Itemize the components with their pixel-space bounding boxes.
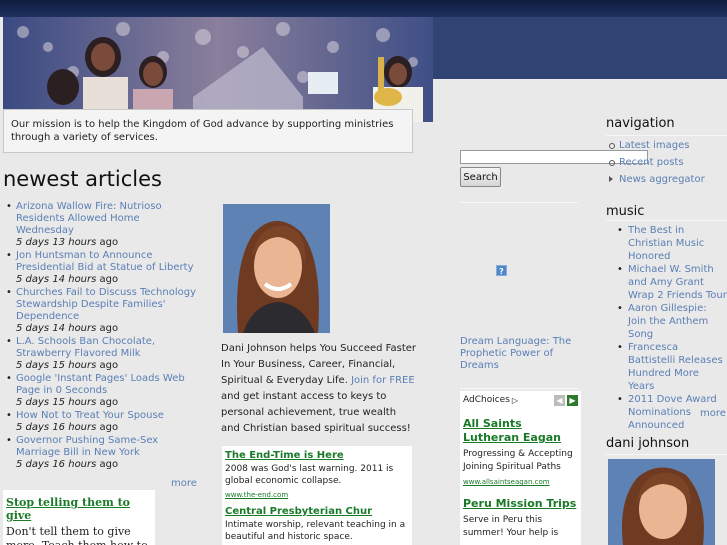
article-link[interactable]: Jon Huntsman to Announce Presidential Bi… — [16, 250, 197, 274]
text-ad-block: The End-Time is Here 2008 was God's last… — [222, 446, 412, 545]
article-age-suffix: ago — [99, 323, 119, 334]
music-link[interactable]: Michael W. Smith and Amy Grant Wrap 2 Fr… — [628, 264, 727, 301]
article-age-suffix: ago — [99, 397, 119, 408]
dream-language-link[interactable]: Dream Language: The Prophetic Power of D… — [460, 336, 578, 372]
newest-articles-heading: newest articles — [3, 167, 162, 191]
ad-description: 2008 was God's last warning. 2011 is glo… — [225, 464, 394, 486]
navigation-list: Latest images Recent posts News aggregat… — [606, 137, 727, 188]
article-link[interactable]: Governor Pushing Same-Sex Marriage Bill … — [16, 435, 197, 459]
articles-more-link[interactable]: more — [171, 478, 197, 489]
music-link[interactable]: Francesca Battistelli Releases Hundred M… — [628, 342, 723, 392]
adchoices-label[interactable]: AdChoices — [463, 395, 510, 405]
text-ad[interactable]: The End-Time is Here 2008 was God's last… — [225, 450, 409, 500]
article-link[interactable]: Google 'Instant Pages' Loads Web Page in… — [16, 373, 197, 397]
ad-title-link[interactable]: Central Presbyterian Chur — [225, 506, 409, 517]
divider — [606, 220, 727, 221]
text-ad[interactable]: Peru Mission Trips Serve in Peru this su… — [463, 497, 578, 540]
list-item: Arizona Wallow Fire: Nutrioso Residents … — [3, 201, 197, 249]
navigation-heading: navigation — [606, 116, 675, 131]
question-icon[interactable]: ? — [496, 265, 507, 276]
text-ad-block: AdChoices ▷ ◀ ▶ All Saints Lutheran Eaga… — [460, 391, 581, 545]
article-age-suffix: ago — [99, 360, 119, 371]
article-list: Arizona Wallow Fire: Nutrioso Residents … — [3, 201, 197, 472]
music-heading: music — [606, 204, 645, 219]
article-link[interactable]: L.A. Schools Ban Chocolate, Strawberry F… — [16, 336, 197, 360]
list-item: L.A. Schools Ban Chocolate, Strawberry F… — [3, 336, 197, 372]
ad-url[interactable]: www.allsaintseagan.com — [463, 478, 550, 486]
list-item: Churches Fail to Discuss Technology Stew… — [3, 287, 197, 335]
ad-prev-arrow-icon[interactable]: ◀ — [554, 394, 565, 406]
dani-johnson-heading: dani johnson — [606, 436, 690, 451]
article-age: 5 days 15 hours — [16, 397, 97, 408]
music-link[interactable]: Aaron Gillespie: Join the Anthem Song — [628, 303, 708, 340]
list-item: Michael W. Smith and Amy Grant Wrap 2 Fr… — [606, 263, 727, 302]
text-ad[interactable]: Central Presbyterian Chur Intimate worsh… — [225, 506, 409, 543]
article-age: 5 days 16 hours — [16, 422, 97, 433]
dani-promo-text-end: and get instant access to keys to person… — [221, 391, 411, 434]
nav-link[interactable]: News aggregator — [619, 174, 705, 185]
header-banner-image — [3, 17, 433, 122]
ad-title-link[interactable]: All Saints Lutheran Eagan — [463, 417, 578, 445]
music-link[interactable]: The Best in Christian Music Honored — [628, 225, 704, 262]
dani-promo-text: Dani Johnson helps You Succeed Faster In… — [221, 341, 417, 437]
dani-johnson-side-photo[interactable] — [608, 459, 715, 545]
article-link[interactable]: Churches Fail to Discuss Technology Stew… — [16, 287, 197, 323]
music-more-link[interactable]: more — [700, 408, 726, 419]
list-item: How Not to Treat Your Spouse5 days 16 ho… — [3, 410, 197, 434]
text-ad[interactable]: Stop telling them to give Don't tell the… — [3, 490, 155, 545]
ad-description: Serve in Peru this summer! Your help is — [463, 515, 559, 538]
divider — [606, 135, 727, 136]
ad-next-arrow-icon[interactable]: ▶ — [567, 394, 578, 406]
list-item: Google 'Instant Pages' Loads Web Page in… — [3, 373, 197, 409]
ad-title-link[interactable]: Peru Mission Trips — [463, 497, 578, 511]
top-bar — [0, 0, 727, 17]
article-age-suffix: ago — [99, 422, 119, 433]
article-age: 5 days 14 hours — [16, 274, 97, 285]
nav-link[interactable]: Latest images — [619, 140, 689, 151]
nav-item-recent-posts: Recent posts — [606, 154, 727, 171]
ad-description: Intimate worship, relevant teaching in a… — [225, 520, 406, 542]
text-ad[interactable]: All Saints Lutheran Eagan Progressing & … — [463, 417, 578, 487]
article-link[interactable]: Arizona Wallow Fire: Nutrioso Residents … — [16, 201, 197, 237]
article-age: 5 days 16 hours — [16, 459, 97, 470]
list-item: Francesca Battistelli Releases Hundred M… — [606, 341, 727, 393]
dani-johnson-photo[interactable] — [223, 204, 330, 333]
ad-description: Don't tell them to give more, Teach them… — [6, 525, 148, 545]
list-item: The Best in Christian Music Honored — [606, 224, 727, 263]
search-button[interactable]: Search — [460, 167, 501, 187]
nav-item-latest-images: Latest images — [606, 137, 727, 154]
nav-item-news-aggregator: News aggregator — [606, 171, 727, 188]
article-age: 5 days 13 hours — [16, 237, 97, 248]
article-age: 5 days 14 hours — [16, 323, 97, 334]
join-free-link[interactable]: Join for FREE — [351, 375, 415, 386]
divider — [460, 202, 578, 203]
nav-link[interactable]: Recent posts — [619, 157, 684, 168]
ad-title-link[interactable]: Stop telling them to give — [6, 496, 152, 522]
list-item: Aaron Gillespie: Join the Anthem Song — [606, 302, 727, 341]
article-age-suffix: ago — [99, 274, 119, 285]
header-panel — [433, 17, 727, 79]
article-age-suffix: ago — [99, 459, 119, 470]
ad-title-link[interactable]: The End-Time is Here — [225, 450, 409, 461]
adchoices-icon[interactable]: ▷ — [512, 396, 518, 405]
divider — [460, 388, 578, 389]
music-list: The Best in Christian Music Honored Mich… — [606, 224, 727, 432]
article-age: 5 days 15 hours — [16, 360, 97, 371]
article-age-suffix: ago — [99, 237, 119, 248]
divider — [606, 454, 727, 455]
list-item: Jon Huntsman to Announce Presidential Bi… — [3, 250, 197, 286]
ad-description: Progressing & Accepting Joining Spiritua… — [463, 449, 573, 472]
list-item: Governor Pushing Same-Sex Marriage Bill … — [3, 435, 197, 471]
mission-statement: Our mission is to help the Kingdom of Go… — [3, 109, 413, 153]
article-link[interactable]: How Not to Treat Your Spouse — [16, 410, 197, 422]
ad-url[interactable]: www.the-end.com — [225, 491, 288, 499]
